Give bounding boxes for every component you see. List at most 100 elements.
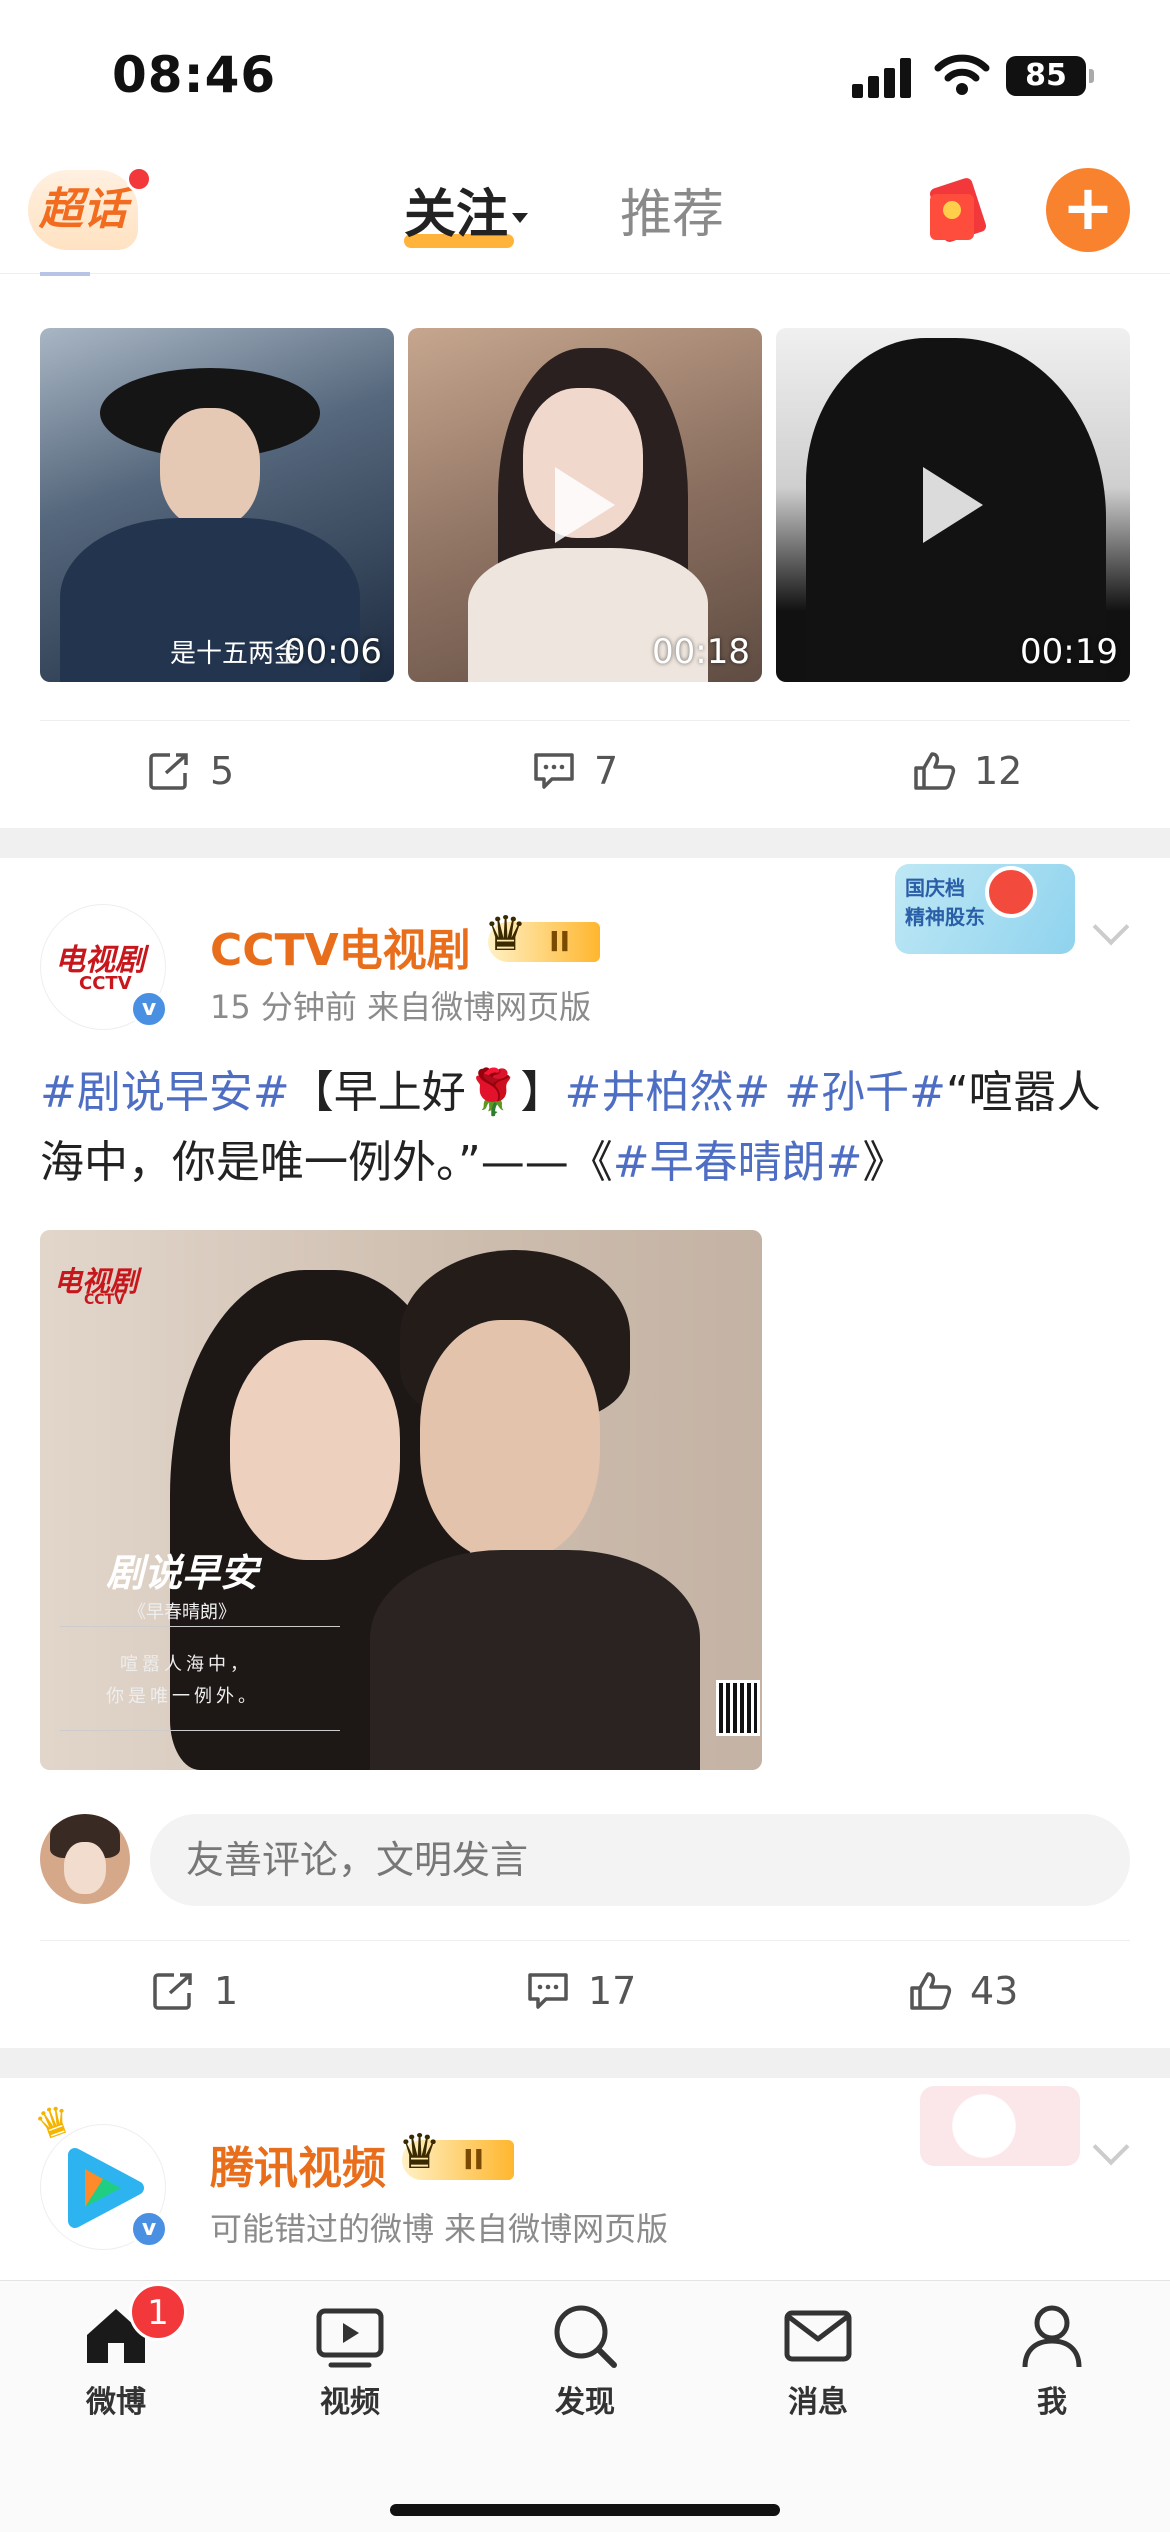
thumbs-up-icon (910, 1972, 952, 2010)
tab-label: 发现 (555, 2385, 615, 2420)
comment-button[interactable]: 7 (532, 721, 618, 821)
chevron-down-icon[interactable] (1092, 908, 1130, 946)
battery-indicator: 85 (1006, 56, 1094, 96)
tab-me[interactable]: 我 (982, 2301, 1122, 2421)
vip-badge: II (484, 914, 600, 962)
comment-input[interactable]: 友善评论，文明发言 (150, 1814, 1130, 1906)
post-action-bar: 5 7 12 (40, 720, 1130, 820)
image-divider (60, 1730, 340, 1731)
share-icon (153, 1973, 192, 2010)
qr-code (716, 1680, 760, 1736)
post-text-span (770, 1067, 784, 1118)
person-icon (1022, 2305, 1082, 2368)
status-bar: 08:46 85 (0, 0, 1170, 150)
comment-icon (528, 1973, 568, 2009)
image-subtitle: 《早春晴朗》 (128, 1602, 236, 1623)
share-count: 5 (210, 749, 235, 793)
notification-badge: 1 (129, 2283, 187, 2341)
hashtag-link[interactable]: #剧说早安# (40, 1067, 290, 1118)
mail-icon (784, 2310, 852, 2362)
video-icon (316, 2308, 384, 2368)
image-logo-sub: CCTV (84, 1292, 125, 1308)
play-icon (555, 467, 615, 543)
bottom-tab-bar: 1 微博 视频 发现 消息 我 (0, 2280, 1170, 2532)
tab-messages[interactable]: 消息 (748, 2301, 888, 2421)
tab-discover[interactable]: 发现 (515, 2301, 655, 2421)
clock: 08:46 (112, 46, 277, 104)
wifi-icon (934, 54, 990, 95)
tab-label: 视频 (320, 2385, 380, 2420)
comment-count: 7 (594, 749, 619, 793)
red-packet-icon[interactable] (922, 174, 990, 246)
share-button[interactable]: 5 (148, 721, 234, 821)
thumbs-up-icon (914, 752, 956, 790)
chevron-down-icon[interactable] (1092, 2128, 1130, 2166)
chaohua-button[interactable]: 超话 (28, 166, 152, 250)
video-thumb-2[interactable]: 00:18 (408, 328, 762, 682)
cellular-signal-icon (852, 58, 914, 98)
compose-button[interactable]: + (1046, 168, 1130, 252)
image-line1: 喧嚣人海中， (120, 1654, 252, 1675)
hashtag-link[interactable]: #井柏然# (565, 1067, 771, 1118)
figure-man-face (420, 1320, 600, 1560)
post-username[interactable]: 腾讯视频 (210, 2132, 386, 2196)
avatar-logo-sub: CCTV (79, 973, 132, 994)
image-divider (60, 1626, 340, 1627)
post-meta: 可能错过的微博 来自微博网页版 (210, 2210, 669, 2248)
share-count: 1 (214, 1969, 239, 2013)
video-thumb-1[interactable]: 是十五两金 00:06 (40, 328, 394, 682)
video-duration: 00:19 (1020, 632, 1118, 672)
comment-icon (534, 753, 574, 789)
comment-count: 17 (588, 1969, 637, 2013)
hashtag-link[interactable]: #孙千# (784, 1067, 946, 1118)
tab-weibo[interactable]: 1 微博 (46, 2283, 187, 2421)
like-button[interactable]: 12 (912, 721, 1022, 821)
like-count: 43 (970, 1969, 1019, 2013)
chaohua-label: 超话 (39, 184, 127, 235)
vip-badge: II (398, 2132, 514, 2180)
post-image[interactable]: 电视剧 CCTV 剧说早安 《早春晴朗》 喧嚣人海中， 你是唯一例外。 (40, 1230, 762, 1770)
vip-level: II (549, 925, 570, 958)
figure-man-coat (370, 1550, 700, 1770)
figure-face (160, 408, 260, 528)
home-indicator (390, 2504, 780, 2516)
my-avatar (40, 1814, 130, 1904)
image-title: 剧说早安 (106, 1551, 259, 1595)
tab-label: 消息 (788, 2385, 848, 2420)
notification-dot (126, 166, 152, 192)
verified-badge: v (130, 990, 168, 1028)
tab-video[interactable]: 视频 (280, 2301, 420, 2421)
share-icon (149, 753, 188, 790)
video-duration: 00:18 (652, 632, 750, 672)
video-thumb-3[interactable]: 00:19 (776, 328, 1130, 682)
festival-sticker (920, 2086, 1080, 2166)
post-text: #剧说早安#【早上好🌹】#井柏然# #孙千#“喧嚣人海中，你是唯一例外。”——《… (40, 1058, 1130, 1198)
share-button[interactable]: 1 (152, 1941, 238, 2041)
post-username[interactable]: CCTV电视剧 (210, 914, 471, 978)
post-text-span: 【早上好🌹】 (289, 1067, 565, 1118)
tab-label: 微博 (86, 2385, 146, 2420)
avatar-face (64, 1842, 106, 1894)
sticker-mascot (985, 866, 1037, 918)
verified-badge: v (130, 2210, 168, 2248)
play-icon (923, 467, 983, 543)
video-caption: 是十五两金 (170, 639, 301, 669)
search-icon (554, 2305, 617, 2368)
vip-level: II (463, 2143, 484, 2176)
festival-sticker: 国庆档 精神股东 (895, 864, 1075, 954)
like-button[interactable]: 43 (908, 1941, 1018, 2041)
tab-follow[interactable]: 关注 (404, 172, 529, 247)
video-duration: 00:06 (284, 632, 382, 672)
post-meta: 15 分钟前 来自微博网页版 (210, 988, 592, 1026)
post-action-bar: 1 17 43 (40, 1940, 1130, 2040)
post-separator (0, 2048, 1170, 2078)
post-fragment-line (40, 272, 90, 276)
hashtag-link[interactable]: #早春晴朗# (613, 1137, 863, 1188)
image-line2: 你是唯一例外。 (106, 1686, 260, 1707)
post-separator (0, 828, 1170, 858)
comment-button[interactable]: 17 (526, 1941, 636, 2041)
figure-woman-face (230, 1340, 400, 1560)
tab-recommend[interactable]: 推荐 (620, 172, 724, 247)
like-count: 12 (974, 749, 1023, 793)
tab-follow-label: 关注 (404, 185, 509, 245)
